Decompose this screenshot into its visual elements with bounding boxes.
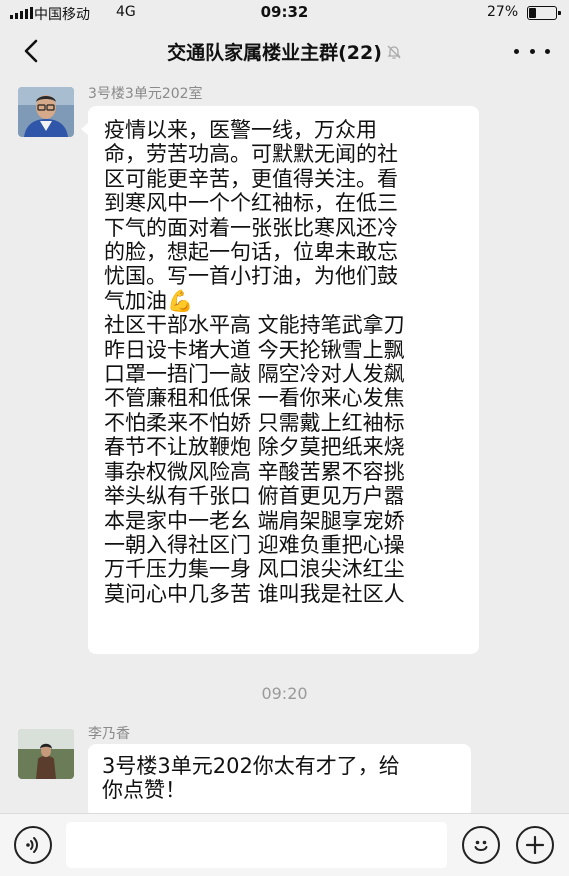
message-bubble[interactable]: 3号楼3单元202你太有才了，给 你点赞！	[88, 744, 471, 818]
voice-icon[interactable]	[14, 826, 52, 864]
chat-title-area: 交通队家属楼业主群(22)	[0, 38, 569, 65]
message-line: 疫情以来，医警一线，万众用	[104, 118, 377, 142]
poem-line: 不怕柔来不怕娇 只需戴上红袖标	[104, 410, 405, 435]
poem-text: 社区干部水平高 文能持笔武拿刀 昨日设卡堵大道 今天抡锹雪上飘 口罩一捂门一敲 隔空…	[104, 313, 463, 606]
poem-line: 昨日设卡堵大道 今天抡锹雪上飘	[104, 337, 405, 362]
message-line: 气加油💪	[104, 288, 194, 313]
bell-muted-icon	[386, 43, 402, 65]
message-line: 区可能更辛苦，更值得关注。看	[104, 166, 398, 191]
avatar[interactable]	[18, 729, 74, 779]
poem-line: 口罩一捂门一敲 隔空冷对人发飙	[104, 362, 405, 387]
chat-title: 交通队家属楼业主群(22)	[167, 42, 382, 64]
more-dots-icon[interactable]	[514, 40, 550, 62]
message-bubble[interactable]: 疫情以来，医警一线，万众用 命，劳苦功高。可默默无闻的社 区可能更辛苦，更值得关注。…	[81, 106, 479, 654]
message-line: 3号楼3单元202你太有才了，给	[102, 754, 400, 778]
message-line: 命，劳苦功高。可默默无闻的社	[104, 142, 398, 167]
message-line: 你点赞！	[102, 778, 186, 803]
poem-line: 事杂权微风险高 辛酸苦累不容挑	[104, 459, 405, 484]
battery-percent: 27%	[487, 4, 519, 20]
emoji-smile-icon[interactable]	[462, 826, 500, 864]
message-text: 3号楼3单元202你太有才了，给 你点赞！	[102, 754, 457, 803]
poem-line: 春节不让放鞭炮 除夕莫把纸来烧	[104, 435, 405, 460]
battery-icon	[527, 6, 561, 20]
sender-name: 3号楼3单元202室	[88, 86, 203, 102]
poem-line: 不管廉租和低保 一看你来心发焦	[104, 386, 405, 411]
poem-line: 举头纵有千张口 俯首更见万户嚣	[104, 484, 405, 509]
message-line: 的脸，想起一句话，位卑未敢忘	[104, 240, 398, 265]
chat-header: 交通队家属楼业主群(22)	[0, 26, 569, 78]
message-line: 到寒风中一个个红袖标，在低三	[104, 191, 398, 216]
poem-line: 本是家中一老幺 端肩架腿享宠娇	[104, 508, 405, 533]
message-text: 疫情以来，医警一线，万众用 命，劳苦功高。可默默无闻的社 区可能更辛苦，更值得关注。…	[104, 118, 463, 313]
muscle-emoji-icon: 💪	[167, 288, 194, 313]
status-bar: 中国移动 4G 09:32 27%	[0, 0, 569, 26]
poem-line: 一朝入得社区门 迎难负重把心操	[104, 532, 405, 557]
poem-line: 万千压力集一身 风口浪尖沐红尘	[104, 557, 405, 582]
message-input[interactable]	[66, 822, 447, 868]
message-line: 下气的面对着一张张比寒风还冷	[104, 215, 398, 240]
poem-line: 社区干部水平高 文能持笔武拿刀	[104, 313, 405, 338]
sender-name: 李乃香	[88, 726, 130, 742]
message-timestamp: 09:20	[261, 684, 308, 703]
plus-icon[interactable]	[516, 826, 554, 864]
avatar[interactable]	[18, 87, 74, 137]
chat-input-bar	[0, 813, 569, 876]
message-line: 忧国。写一首小打油，为他们鼓	[104, 264, 398, 289]
battery-fill	[529, 8, 536, 18]
status-time: 09:32	[260, 3, 309, 21]
poem-line: 莫问心中几多苦 谁叫我是社区人	[104, 581, 405, 606]
